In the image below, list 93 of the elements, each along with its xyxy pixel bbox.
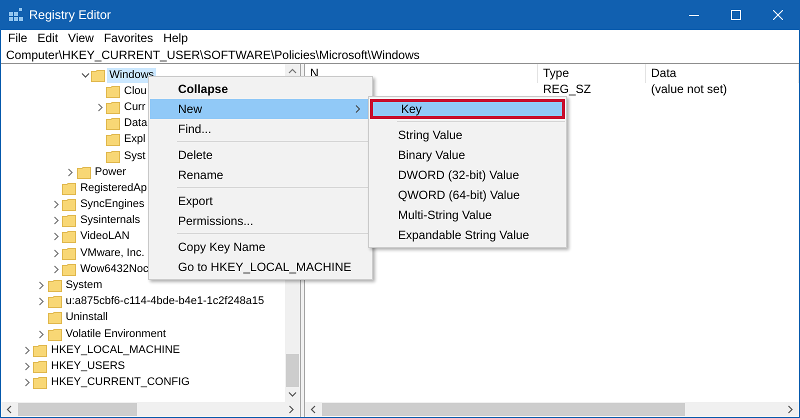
chevron-right-icon[interactable] [37,281,46,290]
folder-icon [33,376,47,390]
maximize-icon [731,10,741,20]
menu-item[interactable]: Multi-String Value [370,205,565,225]
scrollbar-thumb[interactable] [286,354,299,387]
folder-icon [48,311,62,324]
chevron-right-icon[interactable] [22,378,32,388]
menu-bar-item[interactable]: Favorites [98,30,158,47]
folder-icon [48,328,62,341]
chevron-right-icon[interactable] [287,405,296,414]
menu-item[interactable]: Copy Key Name [150,237,371,257]
menu-item[interactable]: String Value [370,125,565,145]
folder-icon [106,150,120,163]
chevron-right-icon[interactable] [37,297,46,306]
tree-item[interactable]: Wow6432Noc [78,262,150,277]
chevron-left-icon[interactable] [309,405,318,414]
value-type-cell-text: REG_SZ [542,83,592,97]
menu-item[interactable]: Go to HKEY_LOCAL_MACHINE [150,257,371,277]
folder-icon [48,295,62,308]
chevron-right-icon[interactable] [52,216,61,226]
tree-item[interactable]: Clou [122,84,149,99]
window-title: Registry Editor [29,6,111,24]
menu-bar-item[interactable]: Help [158,30,193,47]
menu-bar-item[interactable]: Edit [32,30,64,47]
chevron-right-icon[interactable] [96,102,104,112]
chevron-down-icon[interactable] [80,70,90,80]
chevron-left-icon[interactable] [5,405,14,414]
column-header[interactable]: Type [538,64,646,83]
menu-item[interactable]: Key [370,99,565,119]
tree-item[interactable]: VideoLAN [78,229,132,244]
folder-icon [33,360,47,373]
tree-item[interactable]: HKEY_USERS [49,358,127,374]
folder-icon [91,68,106,82]
menu-bar-item[interactable]: View [63,30,99,47]
folder-icon [48,279,62,292]
tree-item[interactable]: Expl [122,132,148,148]
menu-item[interactable]: QWORD (64-bit) Value [370,185,565,205]
tree-item[interactable]: Uninstall [64,310,110,326]
chevron-right-icon[interactable] [22,346,32,355]
tree-item[interactable]: RegisteredAp [78,180,149,196]
menu-item[interactable]: Expandable String Value [370,225,565,245]
scrollbar-thumb[interactable] [18,403,138,416]
chevron-right-icon[interactable] [52,232,61,242]
folder-icon [62,262,76,276]
folder-icon [62,214,76,228]
folder-icon [62,198,76,212]
menu-item[interactable]: Rename [150,165,371,185]
menu-item[interactable]: Export [150,191,371,211]
chevron-right-icon[interactable] [37,330,46,339]
folder-icon [62,182,76,195]
folder-icon [106,100,120,114]
chevron-right-icon[interactable] [22,362,32,371]
tree-item[interactable]: Power [92,164,128,180]
folder-icon [76,166,91,179]
value-data-cell-text: (value not set) [650,83,728,97]
tree-item[interactable]: Windows [107,68,156,83]
address-bar[interactable]: Computer\HKEY_CURRENT_USER\SOFTWARE\Policies\Microsoft\Windows [1,47,799,64]
tree-item[interactable]: Sysinternals [78,213,142,228]
chevron-up-icon[interactable] [288,67,297,76]
menu-bar-item[interactable]: File [3,30,32,47]
tree-item[interactable]: Curr [122,100,148,115]
tree-item[interactable]: HKEY_CURRENT_CONFIG [49,375,192,390]
tree-item[interactable]: Volatile Environment [64,326,168,342]
menu-item[interactable]: New [150,99,371,119]
horizontal-scrollbar[interactable] [1,402,300,417]
chevron-right-icon[interactable] [52,248,61,258]
tree-item[interactable]: Syst [122,148,148,164]
menu-item[interactable]: Permissions... [150,211,371,231]
menu-item[interactable]: DWORD (32-bit) Value [370,165,565,185]
chevron-right-icon[interactable] [786,405,795,414]
column-header[interactable]: Data [646,64,799,83]
tree-item[interactable]: SyncEngines [78,197,146,212]
chevron-right-icon[interactable] [52,200,61,210]
menu-item[interactable]: Delete [150,145,371,165]
folder-icon [62,230,76,244]
tree-item[interactable]: System [64,278,104,294]
tree-item[interactable]: Data [122,116,150,132]
registry-cubes-icon [9,8,23,22]
folder-icon [33,344,47,357]
menu-item[interactable]: Find... [150,119,371,139]
close-icon [773,10,783,20]
tree-item[interactable]: HKEY_LOCAL_MACHINE [49,342,182,358]
folder-icon [106,133,120,146]
chevron-right-icon[interactable] [52,264,61,274]
tree-item[interactable]: VMware, Inc. [78,246,146,261]
chevron-right-icon[interactable] [66,168,76,177]
folder-icon [62,246,76,260]
chevron-down-icon[interactable] [288,390,297,399]
tree-item[interactable]: u:a875cbf6-c114-4bde-b4e1-1c2f248a15 [64,294,266,310]
scrollbar-thumb[interactable] [322,403,686,416]
folder-icon [106,117,120,130]
horizontal-scrollbar[interactable] [305,402,799,417]
menu-item[interactable]: Binary Value [370,145,565,165]
